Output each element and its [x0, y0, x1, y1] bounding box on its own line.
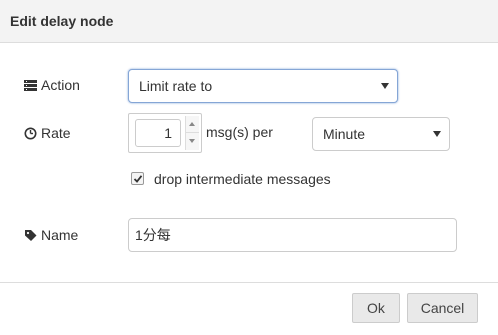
arrow-up-icon	[189, 122, 195, 126]
list-icon	[24, 79, 37, 92]
rate-unit-select[interactable]: Minute	[312, 117, 450, 151]
action-select-value: Limit rate to	[139, 78, 213, 94]
drop-intermediate-label: drop intermediate messages	[154, 171, 331, 187]
rate-spinner: 1	[128, 113, 202, 153]
clock-icon	[24, 127, 37, 140]
ok-button[interactable]: Ok	[352, 293, 400, 323]
chevron-down-icon	[433, 131, 441, 137]
name-label-text: Name	[41, 227, 79, 243]
arrow-down-icon	[189, 139, 195, 143]
spin-up-button[interactable]	[185, 116, 199, 133]
chevron-down-icon	[381, 83, 389, 89]
spin-down-button[interactable]	[185, 133, 199, 150]
rate-input[interactable]: 1	[135, 119, 181, 147]
drop-intermediate-checkbox[interactable]	[131, 172, 144, 185]
cancel-button[interactable]: Cancel	[407, 293, 478, 323]
dialog-titlebar: Edit delay node	[0, 0, 498, 43]
dialog-title: Edit delay node	[10, 13, 114, 29]
footer-divider	[0, 282, 498, 283]
edit-delay-node-dialog: Edit delay node Action Limit rate to Rat…	[0, 0, 498, 335]
action-select[interactable]: Limit rate to	[128, 69, 398, 103]
rate-label-text: Rate	[41, 125, 71, 141]
name-label: Name	[24, 225, 78, 245]
rate-unit-value: Minute	[323, 126, 366, 142]
checkmark-icon	[133, 175, 143, 183]
rate-label: Rate	[24, 123, 71, 143]
rate-per-text: msg(s) per	[206, 124, 273, 140]
action-label: Action	[24, 75, 80, 95]
tag-icon	[24, 229, 37, 242]
name-input[interactable]: 1分每	[128, 218, 457, 252]
action-label-text: Action	[41, 77, 80, 93]
